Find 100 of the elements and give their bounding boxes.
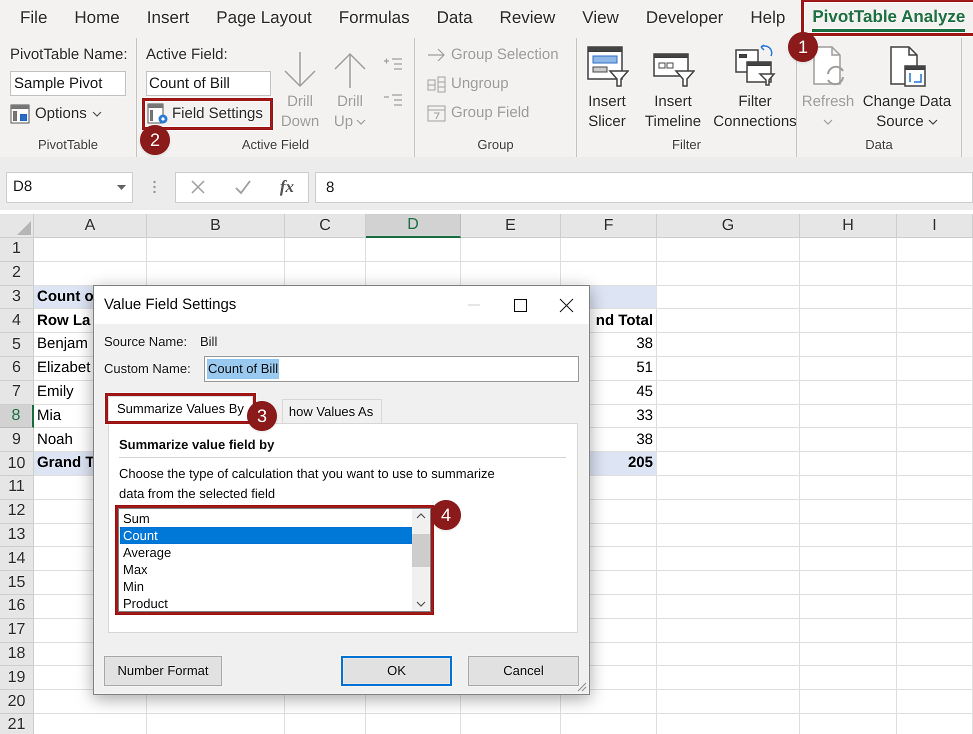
row-header[interactable]: 13 (0, 524, 34, 548)
grid-cell[interactable] (800, 571, 897, 595)
ribbon-tab[interactable]: Data (436, 2, 473, 36)
grid-cell[interactable] (657, 666, 800, 690)
grid-cell[interactable] (657, 547, 800, 572)
column-header[interactable]: F (561, 214, 657, 238)
grid-cell[interactable] (800, 333, 897, 357)
close-icon[interactable] (558, 298, 574, 312)
grid-cell[interactable] (800, 380, 897, 405)
row-header[interactable]: 18 (0, 642, 34, 666)
grid-cell[interactable] (285, 238, 366, 262)
grid-cell[interactable] (897, 547, 973, 572)
column-header[interactable]: G (657, 214, 800, 238)
list-item[interactable]: Sum (120, 510, 412, 527)
row-header[interactable]: 17 (0, 618, 34, 643)
grid-cell[interactable] (800, 666, 897, 690)
grid-cell[interactable] (800, 524, 897, 548)
list-item[interactable]: Min (120, 578, 412, 595)
grid-cell[interactable] (800, 618, 897, 643)
row-header[interactable]: 14 (0, 547, 34, 572)
grid-cell[interactable] (897, 238, 973, 262)
grid-cell[interactable] (897, 404, 973, 428)
maximize-icon[interactable] (514, 298, 526, 312)
grid-cell[interactable] (366, 238, 461, 262)
insert-function-button[interactable]: fx (280, 174, 294, 200)
grid-cell[interactable] (657, 309, 800, 334)
grid-cell[interactable] (800, 500, 897, 524)
list-item[interactable]: Average (120, 544, 412, 561)
grid-cell[interactable] (657, 286, 800, 310)
grid-cell[interactable] (657, 500, 800, 524)
grid-cell[interactable] (800, 476, 897, 500)
grid-cell[interactable] (657, 380, 800, 405)
ribbon-tab[interactable]: File (20, 2, 48, 36)
grid-cell[interactable] (800, 547, 897, 572)
grid-cell[interactable] (800, 594, 897, 619)
grid-cell[interactable] (657, 524, 800, 548)
grid-cell[interactable] (800, 262, 897, 286)
ribbon-button[interactable]: Insert Timeline (633, 38, 713, 133)
row-header[interactable]: 1 (0, 238, 34, 262)
dialog-button[interactable]: OK (341, 656, 452, 686)
ribbon-tab[interactable]: Page Layout (216, 2, 312, 36)
grid-cell[interactable] (800, 356, 897, 381)
grid-cell[interactable] (897, 690, 973, 714)
grid-cell[interactable] (800, 642, 897, 666)
dialog-button[interactable]: Number Format (104, 656, 222, 686)
grid-cell[interactable] (800, 309, 897, 334)
grid-cell[interactable] (147, 238, 285, 262)
row-header[interactable]: 10 (0, 452, 34, 476)
options-button[interactable]: Options (7, 102, 128, 126)
ribbon-tab[interactable]: Home (74, 2, 120, 36)
name-box[interactable]: D8 (6, 172, 133, 202)
ribbon-tab[interactable]: Review (500, 2, 556, 36)
grid-cell[interactable] (657, 262, 800, 286)
minimize-icon[interactable] (468, 304, 480, 306)
grid-cell[interactable] (657, 333, 800, 357)
grid-cell[interactable] (657, 428, 800, 452)
row-header[interactable]: 5 (0, 333, 34, 357)
custom-name-field[interactable]: Count of Bill (204, 356, 579, 382)
column-header[interactable]: D (366, 214, 461, 238)
grid-cell[interactable] (897, 594, 973, 619)
ribbon-button[interactable]: Change Data Source (859, 38, 955, 133)
grid-cell[interactable] (897, 666, 973, 690)
ribbon-tab[interactable]: View (582, 2, 619, 36)
column-header[interactable]: A (34, 214, 147, 238)
list-box[interactable]: Sum Count Average Max Min Product (118, 508, 431, 612)
row-header[interactable]: 6 (0, 356, 34, 381)
grid-cell[interactable] (34, 238, 147, 262)
grid-cell[interactable] (561, 238, 657, 262)
grid-cell[interactable] (897, 356, 973, 381)
grid-cell[interactable] (800, 404, 897, 428)
grid-cell[interactable] (897, 309, 973, 334)
ribbon-tab[interactable]: Help (750, 2, 786, 36)
row-header[interactable]: 3 (0, 286, 34, 310)
column-header[interactable]: I (897, 214, 973, 238)
grid-cell[interactable] (800, 286, 897, 310)
dialog-tab[interactable]: how Values As (282, 399, 382, 424)
ribbon-tab[interactable]: Formulas (338, 2, 410, 36)
scrollbar[interactable] (412, 509, 430, 611)
grid-cell[interactable] (800, 690, 897, 714)
grid-cell[interactable] (657, 690, 800, 714)
grid-cell[interactable] (897, 500, 973, 524)
grid-cell[interactable] (897, 571, 973, 595)
field-settings-button[interactable]: Field Settings (145, 101, 265, 127)
grid-cell[interactable] (897, 262, 973, 286)
row-header[interactable]: 11 (0, 476, 34, 500)
grid-cell[interactable] (897, 428, 973, 452)
grid-cell[interactable] (461, 238, 561, 262)
grid-cell[interactable] (897, 476, 973, 500)
active-field[interactable]: Count of Bill (146, 71, 271, 96)
row-header[interactable]: 12 (0, 500, 34, 524)
grid-cell[interactable] (657, 404, 800, 428)
grid-cell[interactable] (897, 642, 973, 666)
row-header[interactable]: 16 (0, 594, 34, 619)
list-item[interactable]: Product (120, 595, 412, 612)
grid-cell[interactable] (897, 452, 973, 476)
scroll-thumb[interactable] (412, 534, 430, 566)
dialog-button[interactable]: Cancel (468, 656, 579, 686)
list-item[interactable]: Max (120, 561, 412, 578)
ribbon-button[interactable]: Insert Slicer (581, 38, 633, 133)
grid-cell[interactable] (897, 286, 973, 310)
